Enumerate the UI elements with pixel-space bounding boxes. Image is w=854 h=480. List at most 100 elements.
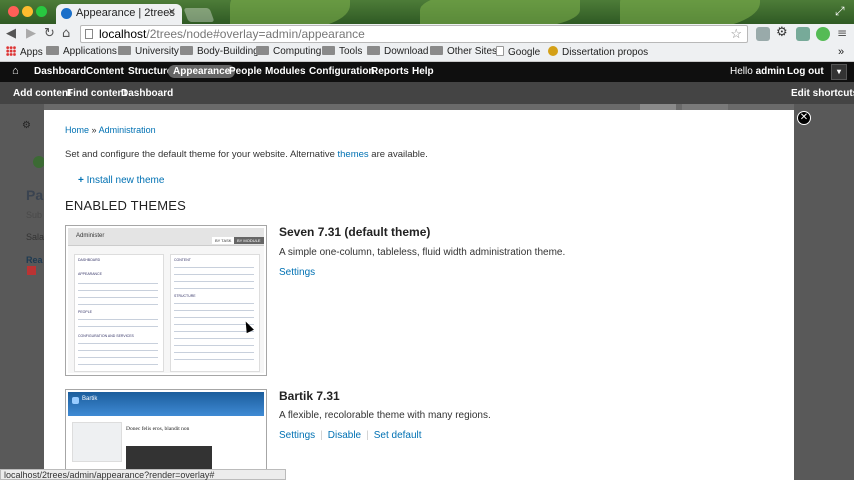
bookmark-computing[interactable]: Computing <box>256 46 321 57</box>
shortcut-dashboard[interactable]: Dashboard <box>121 88 173 99</box>
folder-icon <box>430 46 443 55</box>
scholar-icon <box>548 46 558 56</box>
folder-icon <box>180 46 193 55</box>
bartik-site-name: Bartik <box>82 396 98 402</box>
browser-tab[interactable]: Appearance | 2trees ✕ <box>56 4 182 24</box>
seven-theme-name: Seven 7.31 (default theme) <box>279 225 431 239</box>
bartik-logo-icon <box>72 397 79 404</box>
bookmark-other-sites[interactable]: Other Sites <box>430 46 497 57</box>
install-new-theme-link[interactable]: + Install new theme <box>78 175 164 186</box>
logout-link[interactable]: Log out <box>787 66 824 77</box>
gear-extension-icon[interactable]: ⚙ <box>776 25 790 40</box>
status-extension-icon[interactable] <box>816 27 830 41</box>
wallpaper-leaf <box>620 0 760 24</box>
page-title-fragment: Pa <box>26 187 44 203</box>
home-icon[interactable]: ⌂ <box>62 26 70 41</box>
plus-icon: + <box>78 175 84 186</box>
menu-configuration[interactable]: Configuration <box>309 66 375 77</box>
url-host: localhost <box>99 27 147 41</box>
home-icon[interactable]: ⌂ <box>12 65 19 77</box>
bartik-disable-link[interactable]: Disable <box>328 430 361 441</box>
menu-dashboard[interactable]: Dashboard <box>34 66 86 77</box>
bookmarks-bar: Apps Applications University Body-Buildi… <box>0 44 854 62</box>
page-icon <box>496 46 504 56</box>
back-arrow-icon[interactable]: ◀ <box>6 26 16 41</box>
bookmark-applications[interactable]: Applications <box>46 46 117 57</box>
bookmark-university[interactable]: University <box>118 46 179 57</box>
bartik-article-title: Donec felis eros, blandit non <box>126 426 190 432</box>
bartik-theme-description: A flexible, recolorable theme with many … <box>279 410 491 421</box>
seven-theme-links: Settings <box>279 267 315 278</box>
edit-shortcuts-link[interactable]: Edit shortcuts <box>791 88 854 99</box>
forward-arrow-icon[interactable]: ▶ <box>26 26 36 41</box>
menu-modules[interactable]: Modules <box>265 66 306 77</box>
menu-people[interactable]: People <box>229 66 262 77</box>
folder-icon <box>256 46 269 55</box>
folder-icon <box>322 46 335 55</box>
folder-icon <box>46 46 59 55</box>
bartik-set-default-link[interactable]: Set default <box>374 430 422 441</box>
more-bookmarks-icon[interactable]: » <box>838 46 844 58</box>
bookmark-star-icon[interactable]: ☆ <box>730 26 742 42</box>
address-bar[interactable]: localhost/2trees/node#overlay=admin/appe… <box>80 25 748 43</box>
bartik-theme-links: Settings | Disable | Set default <box>279 430 422 441</box>
admin-toolbar: ⌂ Dashboard Content Structure Appearance… <box>0 62 854 82</box>
tools-extension-icon[interactable] <box>796 27 810 41</box>
status-bar-url: localhost/2trees/admin/appearance?render… <box>0 469 286 480</box>
bookmark-tools[interactable]: Tools <box>322 46 362 57</box>
menu-structure[interactable]: Structure <box>128 66 172 77</box>
breadcrumb: Home » Administration <box>65 125 156 135</box>
new-tab-button[interactable] <box>183 8 215 22</box>
close-overlay-icon[interactable]: ✕ <box>797 111 811 125</box>
bookmark-apps[interactable]: Apps <box>6 46 43 58</box>
menu-appearance[interactable]: Appearance <box>168 65 236 78</box>
themes-link[interactable]: themes <box>338 149 369 160</box>
browser-toolbar: ◀ ▶ ↻ ⌂ localhost/2trees/node#overlay=ad… <box>0 24 854 44</box>
zoom-window-icon[interactable] <box>36 6 47 17</box>
bookmark-google[interactable]: Google <box>496 46 540 58</box>
apps-grid-icon <box>6 46 16 56</box>
bg-line: Sub <box>26 210 43 220</box>
adblock-extension-icon[interactable] <box>756 27 770 41</box>
greeting: Hello admin <box>730 66 786 77</box>
username-link[interactable]: admin <box>756 66 785 77</box>
seven-theme-description: A simple one-column, tableless, fluid wi… <box>279 247 566 258</box>
enabled-themes-heading: ENABLED THEMES <box>65 198 187 213</box>
bookmark-dissertation[interactable]: Dissertation propos <box>548 46 648 58</box>
menu-content[interactable]: Content <box>86 66 124 77</box>
menu-reports[interactable]: Reports <box>371 66 409 77</box>
tab-title: Appearance | 2trees <box>76 7 175 19</box>
reload-icon[interactable]: ↻ <box>44 26 55 41</box>
fullscreen-icon[interactable]: ⤢ <box>835 4 845 19</box>
browser-tab-strip: Appearance | 2trees ✕ ⤢ <box>0 0 854 24</box>
shortcuts-bar: Add content Find content Dashboard Edit … <box>0 82 854 104</box>
page-info-icon <box>85 29 93 39</box>
gear-icon: ⚙ <box>22 120 31 131</box>
breadcrumb-separator: » <box>91 125 97 135</box>
seven-settings-link[interactable]: Settings <box>279 267 315 278</box>
folder-icon <box>367 46 380 55</box>
shortcut-find-content[interactable]: Find content <box>67 88 127 99</box>
bg-line: Sala <box>26 232 45 242</box>
appearance-overlay: Home » Administration Set and configure … <box>44 110 794 480</box>
rss-icon <box>27 266 36 275</box>
close-tab-icon[interactable]: ✕ <box>168 7 176 18</box>
shortcut-add-content[interactable]: Add content <box>13 88 71 99</box>
bookmark-body-building[interactable]: Body-Building <box>180 46 259 57</box>
bookmark-download[interactable]: Download <box>367 46 428 57</box>
close-window-icon[interactable] <box>8 6 19 17</box>
menu-help[interactable]: Help <box>412 66 434 77</box>
bartik-theme-name: Bartik 7.31 <box>279 389 340 403</box>
drupal-favicon-icon <box>61 8 72 19</box>
intro-text: Set and configure the default theme for … <box>65 149 428 160</box>
breadcrumb-administration[interactable]: Administration <box>99 125 156 135</box>
bg-line: Rea <box>26 255 43 265</box>
bartik-screenshot: Bartik Donec felis eros, blandit non <box>65 389 267 480</box>
bartik-settings-link[interactable]: Settings <box>279 430 315 441</box>
preview-header: Administer <box>76 233 105 239</box>
menu-icon[interactable]: ≡ <box>837 26 847 40</box>
breadcrumb-home[interactable]: Home <box>65 125 89 135</box>
minimize-window-icon[interactable] <box>22 6 33 17</box>
toggle-shortcuts-icon[interactable]: ▾ <box>831 64 847 80</box>
url-path: /2trees/node#overlay=admin/appearance <box>146 27 365 41</box>
